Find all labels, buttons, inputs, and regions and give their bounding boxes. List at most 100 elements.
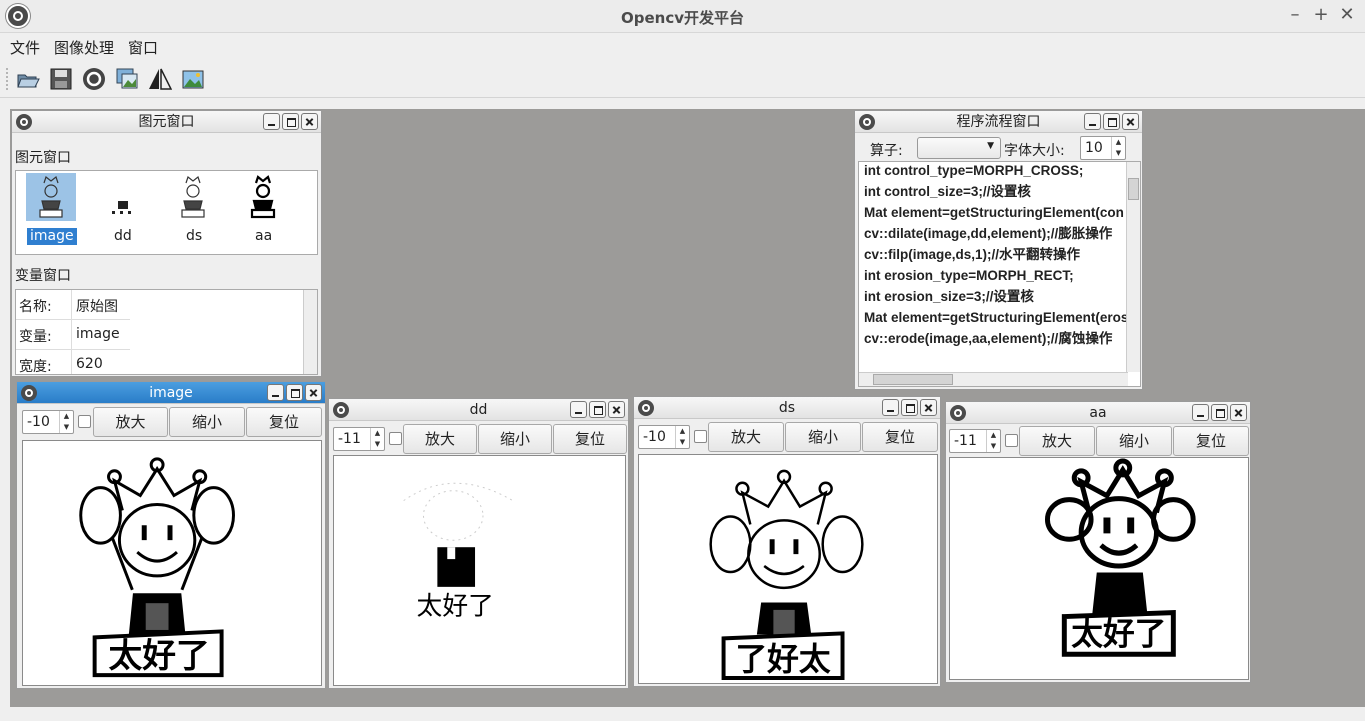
minimize-button[interactable]: – <box>1284 4 1306 25</box>
image-window-image[interactable]: image -10 ▲ ▼ 放大 缩小 复位 太好了 <box>16 381 326 689</box>
element-thumb-dd[interactable] <box>98 173 148 221</box>
zoom-spinbox[interactable]: -11 ▲ ▼ <box>949 429 1001 453</box>
element-list[interactable]: image dd ds aa <box>15 170 318 255</box>
image-window-titlebar[interactable]: ds <box>634 397 940 419</box>
zoom-out-button[interactable]: 缩小 <box>478 424 552 454</box>
element-thumb-image[interactable] <box>26 173 76 221</box>
horizontal-scrollbar[interactable] <box>859 372 1128 386</box>
image-canvas[interactable]: 了好太 <box>638 454 938 684</box>
maximize-button[interactable] <box>1211 404 1228 421</box>
minimize-button[interactable] <box>1084 113 1101 130</box>
zoom-spinbox[interactable]: -10 ▲ ▼ <box>638 425 690 449</box>
reset-button[interactable]: 复位 <box>246 407 322 437</box>
scrollbar-thumb[interactable] <box>1128 178 1139 200</box>
toolbar <box>0 60 1365 98</box>
open-icon[interactable] <box>16 67 40 91</box>
code-line: Mat element=getStructuringElement(eros <box>864 310 1126 325</box>
element-label-image[interactable]: image <box>27 228 77 245</box>
maximize-button[interactable] <box>282 113 299 130</box>
flow-window-titlebar[interactable]: 程序流程窗口 <box>855 111 1142 133</box>
zoom-out-button[interactable]: 缩小 <box>1096 426 1172 456</box>
scrollbar-thumb[interactable] <box>873 374 953 385</box>
spin-arrows-icon[interactable]: ▲ ▼ <box>370 428 384 450</box>
mascot-caption: 太好了 <box>109 636 210 675</box>
spin-arrows-icon[interactable]: ▲ ▼ <box>986 430 1000 452</box>
minimize-button[interactable] <box>570 401 587 418</box>
close-button[interactable] <box>301 113 318 130</box>
close-button[interactable]: ✕ <box>1336 4 1358 25</box>
zoom-in-button[interactable]: 放大 <box>93 407 168 437</box>
image-canvas[interactable]: 太好了 <box>22 440 322 686</box>
close-button[interactable] <box>920 399 937 416</box>
mascot-image: 太好了 <box>79 457 235 678</box>
table-row: 变量: image <box>16 320 130 350</box>
zoom-in-button[interactable]: 放大 <box>708 422 784 452</box>
element-label-dd[interactable]: dd <box>114 228 132 244</box>
checkbox[interactable] <box>694 430 707 443</box>
reset-button[interactable]: 复位 <box>862 422 938 452</box>
element-thumb-ds[interactable] <box>168 173 218 221</box>
font-size-spinbox[interactable]: 10 ▲ ▼ <box>1080 136 1126 160</box>
zoom-in-button[interactable]: 放大 <box>403 424 477 454</box>
vertical-scrollbar[interactable] <box>1126 162 1140 372</box>
checkbox[interactable] <box>1005 434 1018 447</box>
image-window-dd[interactable]: dd -11 ▲ ▼ 放大 缩小 复位 太好了 <box>328 398 629 689</box>
minimize-button[interactable] <box>263 113 280 130</box>
menu-image-processing[interactable]: 图像处理 <box>54 37 114 58</box>
flow-window[interactable]: 程序流程窗口 算子: ▼ 字体大小: 10 ▲ ▼ int control_typ… <box>854 110 1143 390</box>
zoom-out-button[interactable]: 缩小 <box>169 407 245 437</box>
close-button[interactable] <box>608 401 625 418</box>
image-window-title: aa <box>1089 405 1107 421</box>
minimize-button[interactable] <box>1192 404 1209 421</box>
maximize-button[interactable] <box>901 399 918 416</box>
flip-icon[interactable] <box>148 67 172 91</box>
image-window-titlebar[interactable]: image <box>17 382 325 404</box>
reset-button[interactable]: 复位 <box>553 424 627 454</box>
maximize-button[interactable] <box>286 384 303 401</box>
var-key: 变量: <box>19 329 52 345</box>
element-window-titlebar[interactable]: 图元窗口 <box>12 111 321 133</box>
image-window-title: dd <box>469 402 488 418</box>
close-button[interactable] <box>1230 404 1247 421</box>
element-window[interactable]: 图元窗口 图元窗口 image dd ds aa 变量窗口 名称: 原始图 变量… <box>11 110 322 377</box>
menu-window[interactable]: 窗口 <box>128 37 158 58</box>
close-button[interactable] <box>1122 113 1139 130</box>
image-window-aa[interactable]: aa -11 ▲ ▼ 放大 缩小 复位 太好了 <box>945 401 1251 683</box>
maximize-button[interactable] <box>1103 113 1120 130</box>
maximize-button[interactable] <box>589 401 606 418</box>
spin-arrows-icon[interactable]: ▲ ▼ <box>59 411 73 433</box>
minimize-button[interactable] <box>882 399 899 416</box>
zoom-spinbox[interactable]: -11 ▲ ▼ <box>333 427 385 451</box>
reset-button[interactable]: 复位 <box>1173 426 1249 456</box>
minimize-button[interactable] <box>267 384 284 401</box>
image-window-titlebar[interactable]: aa <box>946 402 1250 424</box>
maximize-button[interactable]: + <box>1310 4 1332 25</box>
vertical-scrollbar[interactable] <box>303 290 317 374</box>
image-window-titlebar[interactable]: dd <box>329 399 628 421</box>
save-icon[interactable] <box>49 67 73 91</box>
zoom-spinbox[interactable]: -10 ▲ ▼ <box>22 410 74 434</box>
zoom-in-button[interactable]: 放大 <box>1019 426 1095 456</box>
image-canvas[interactable]: 太好了 <box>333 455 626 686</box>
element-label-ds[interactable]: ds <box>186 228 202 244</box>
checkbox[interactable] <box>78 415 91 428</box>
close-button[interactable] <box>305 384 322 401</box>
menu-file[interactable]: 文件 <box>10 37 40 58</box>
image-window-ds[interactable]: ds -10 ▲ ▼ 放大 缩小 复位 了好太 <box>633 396 941 687</box>
code-editor[interactable]: int control_type=MORPH_CROSS; int contro… <box>858 161 1141 387</box>
element-thumb-aa[interactable] <box>238 173 288 221</box>
picture-icon[interactable] <box>181 67 205 91</box>
operator-select[interactable]: ▼ <box>917 137 1001 159</box>
spin-arrows-icon[interactable]: ▲ ▼ <box>1111 137 1125 159</box>
opencv-icon[interactable] <box>82 67 106 91</box>
toolbar-grip <box>6 68 10 90</box>
image-canvas[interactable]: 太好了 <box>949 457 1249 680</box>
spin-arrows-icon[interactable]: ▲ ▼ <box>675 426 689 448</box>
image-icon[interactable] <box>115 67 139 91</box>
checkbox[interactable] <box>389 432 402 445</box>
window-title: Opencv开发平台 <box>620 9 744 27</box>
element-label-aa[interactable]: aa <box>255 228 272 244</box>
code-line: int control_type=MORPH_CROSS; <box>864 163 1084 178</box>
zoom-out-button[interactable]: 缩小 <box>785 422 861 452</box>
variable-table[interactable]: 名称: 原始图 变量: image 宽度: 620 <box>15 289 318 375</box>
